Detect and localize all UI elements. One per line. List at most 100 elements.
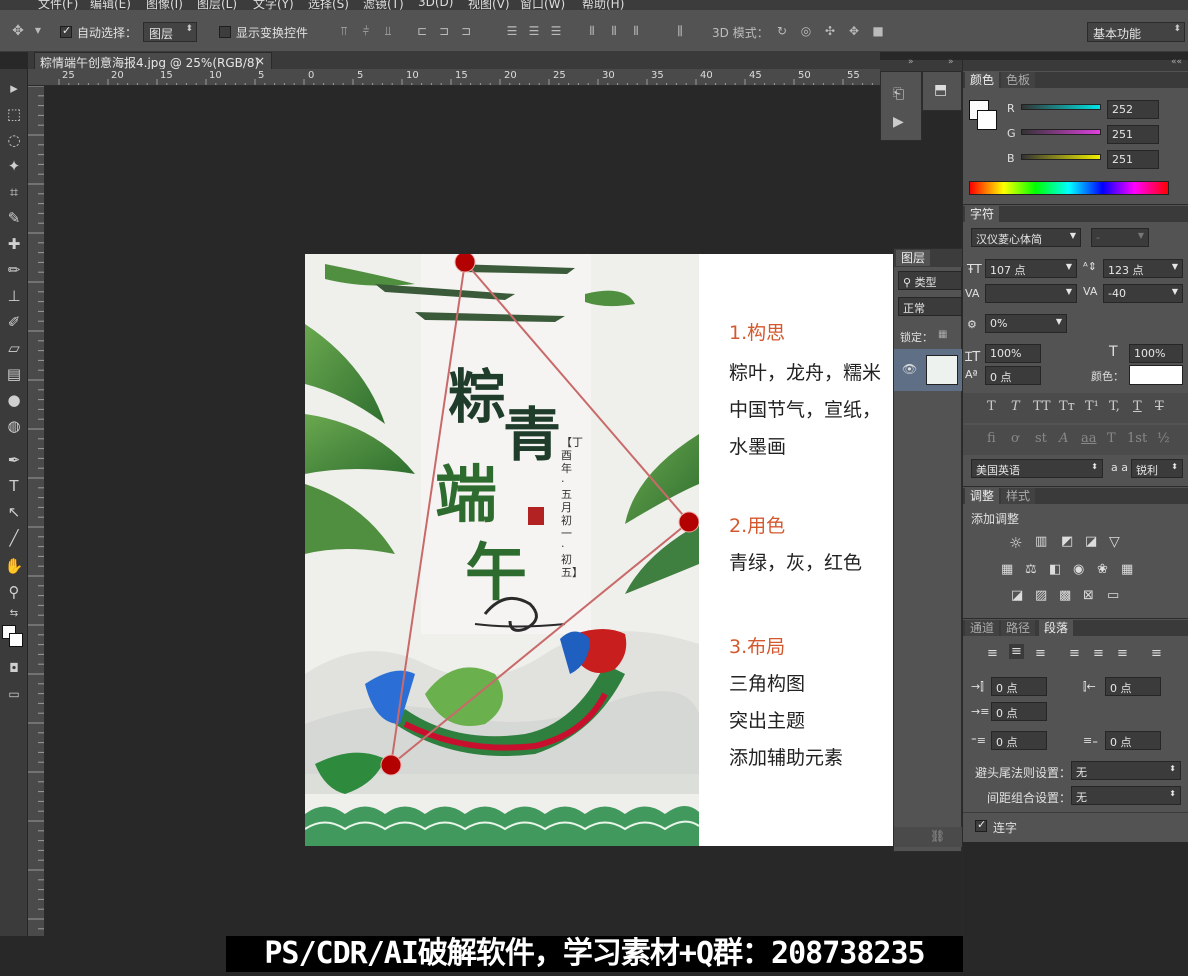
align-right-icon[interactable]: ⊐	[458, 23, 474, 39]
history-brush-tool-icon[interactable]: ✐	[3, 311, 25, 333]
align-vcenter-icon[interactable]: ⫩	[358, 23, 374, 39]
indent-first-field[interactable]: 0 点	[991, 702, 1047, 721]
strikethrough-button[interactable]: T	[1155, 399, 1164, 414]
tab-swatches[interactable]: 色板	[1001, 72, 1036, 88]
path-select-tool-icon[interactable]: ↖	[3, 501, 25, 523]
space-before-field[interactable]: 0 点	[991, 731, 1047, 750]
vertical-scale-field[interactable]: 100%	[985, 344, 1041, 363]
marquee-tool-icon[interactable]: ⬚	[3, 103, 25, 125]
tab-styles[interactable]: 样式	[1001, 488, 1036, 504]
exposure-icon[interactable]: ◪	[1085, 534, 1097, 549]
justify-center-icon[interactable]: ≡	[1093, 646, 1104, 661]
auto-select-checkbox[interactable]	[60, 24, 72, 38]
auto-select-target-select[interactable]: 图层 ⬍	[143, 22, 197, 42]
font-size-field[interactable]: 107 点 ▼	[985, 259, 1077, 278]
color-lookup-icon[interactable]: ▦	[1121, 562, 1133, 577]
distribute-bottom-icon[interactable]: ☰	[548, 23, 564, 39]
mojikumi-select[interactable]: 无 ⬍	[1071, 786, 1181, 805]
blue-value-field[interactable]: 251	[1107, 150, 1159, 169]
expand-icon[interactable]: »	[948, 57, 954, 67]
link-layers-icon[interactable]: ⛓	[930, 829, 945, 843]
antialias-select[interactable]: 锐利 ⬍	[1131, 459, 1183, 478]
show-transform-checkbox[interactable]	[219, 26, 231, 38]
font-family-select[interactable]: 汉仪菱心体简 ▼	[971, 228, 1081, 247]
3d-scale-icon[interactable]: ■	[870, 23, 886, 39]
blend-mode-select[interactable]: 正常	[898, 297, 962, 316]
red-value-field[interactable]: 252	[1107, 100, 1159, 119]
tab-paths[interactable]: 路径	[1001, 620, 1036, 636]
green-value-field[interactable]: 251	[1107, 125, 1159, 144]
history-icon[interactable]: ⎗	[893, 86, 904, 102]
document-tab[interactable]: 粽情端午创意海报4.jpg @ 25%(RGB/8) ×	[34, 52, 272, 70]
gradient-tool-icon[interactable]: ▤	[3, 363, 25, 385]
align-hcenter-icon[interactable]: ⊐	[436, 23, 452, 39]
gradient-map-icon[interactable]: ⊠	[1083, 588, 1094, 603]
expand-icon[interactable]: »	[908, 57, 914, 67]
pen-tool-icon[interactable]: ✒	[3, 449, 25, 471]
layer-row[interactable]: 👁	[894, 349, 963, 391]
text-color-swatch[interactable]	[1129, 365, 1183, 385]
stylistic-alternates-button[interactable]: st	[1035, 431, 1047, 446]
font-style-select[interactable]: - ▼	[1091, 228, 1149, 247]
justify-left-icon[interactable]: ≡	[1069, 646, 1080, 661]
kinsoku-select[interactable]: 无 ⬍	[1071, 761, 1181, 780]
menu-edit[interactable]: 编辑(E)	[90, 0, 131, 10]
green-slider[interactable]	[1021, 129, 1101, 135]
menu-type[interactable]: 文字(Y)	[253, 0, 294, 10]
healing-tool-icon[interactable]: ✚	[3, 233, 25, 255]
alternates-button[interactable]: aa	[1081, 431, 1097, 446]
all-caps-button[interactable]: TT	[1033, 399, 1051, 414]
menu-3d[interactable]: 3D(D)	[418, 0, 453, 9]
faux-italic-button[interactable]: T	[1011, 399, 1020, 414]
3d-pan-icon[interactable]: ✣	[822, 23, 838, 39]
threshold-icon[interactable]: ▩	[1059, 588, 1071, 603]
menu-view[interactable]: 视图(V)	[468, 0, 510, 10]
ligatures-button[interactable]: fi	[987, 431, 996, 446]
align-center-icon[interactable]: ≡	[1009, 644, 1024, 659]
tab-channels[interactable]: 通道	[965, 620, 1000, 636]
distribute-right-icon[interactable]: ⦀	[628, 23, 644, 39]
menu-window[interactable]: 窗口(W)	[520, 0, 565, 10]
red-slider[interactable]	[1021, 104, 1101, 110]
3d-panel-icon[interactable]: ⬒	[934, 82, 947, 98]
small-caps-button[interactable]: Tт	[1059, 399, 1075, 414]
brightness-icon[interactable]: ☼	[1009, 534, 1022, 552]
tab-character[interactable]: 字符	[965, 206, 1000, 222]
stamp-tool-icon[interactable]: ⊥	[3, 285, 25, 307]
crop-tool-icon[interactable]: ⌗	[3, 181, 25, 203]
ordinals-button[interactable]: 1st	[1127, 431, 1147, 446]
layer-filter-select[interactable]: ⚲ 类型	[898, 271, 962, 290]
align-top-icon[interactable]: ⫪	[336, 23, 352, 39]
titling-button[interactable]: T	[1107, 431, 1116, 446]
tab-adjustments[interactable]: 调整	[965, 488, 1000, 504]
eyedropper-tool-icon[interactable]: ✎	[3, 207, 25, 229]
align-left-icon[interactable]: ⊏	[414, 23, 430, 39]
posterize-icon[interactable]: ▨	[1035, 588, 1047, 603]
menu-image[interactable]: 图像(I)	[146, 0, 183, 10]
vibrance-icon[interactable]: ▽	[1109, 534, 1120, 550]
leading-field[interactable]: 123 点 ▼	[1103, 259, 1183, 278]
3d-rotate-icon[interactable]: ↻	[774, 23, 790, 39]
type-tool-icon[interactable]: T	[3, 475, 25, 497]
align-bottom-icon[interactable]: ⫫	[380, 23, 396, 39]
tab-paragraph[interactable]: 段落	[1039, 620, 1074, 636]
hyphenate-checkbox[interactable]	[975, 818, 987, 832]
color-balance-icon[interactable]: ⚖	[1025, 562, 1037, 577]
distribute-vcenter-icon[interactable]: ☰	[526, 23, 542, 39]
faux-bold-button[interactable]: T	[987, 399, 996, 414]
distribute-hcenter-icon[interactable]: ⦀	[606, 23, 622, 39]
eraser-tool-icon[interactable]: ▱	[3, 337, 25, 359]
photo-filter-icon[interactable]: ◉	[1073, 562, 1084, 577]
align-right-icon[interactable]: ≡	[1035, 646, 1046, 661]
fractions-button[interactable]: ½	[1157, 431, 1170, 446]
background-swatch[interactable]	[977, 110, 997, 130]
underline-button[interactable]: T	[1133, 399, 1142, 414]
workspace-select[interactable]: 基本功能 ⬍	[1087, 22, 1185, 42]
line-tool-icon[interactable]: ╱	[3, 527, 25, 549]
curves-icon[interactable]: ◩	[1061, 534, 1073, 549]
justify-right-icon[interactable]: ≡	[1117, 646, 1128, 661]
indent-right-field[interactable]: 0 点	[1105, 677, 1161, 696]
tsume-field[interactable]: 0% ▼	[985, 314, 1067, 333]
swash-button[interactable]: A	[1059, 431, 1068, 446]
chevron-down-icon[interactable]: ▼	[30, 23, 46, 39]
